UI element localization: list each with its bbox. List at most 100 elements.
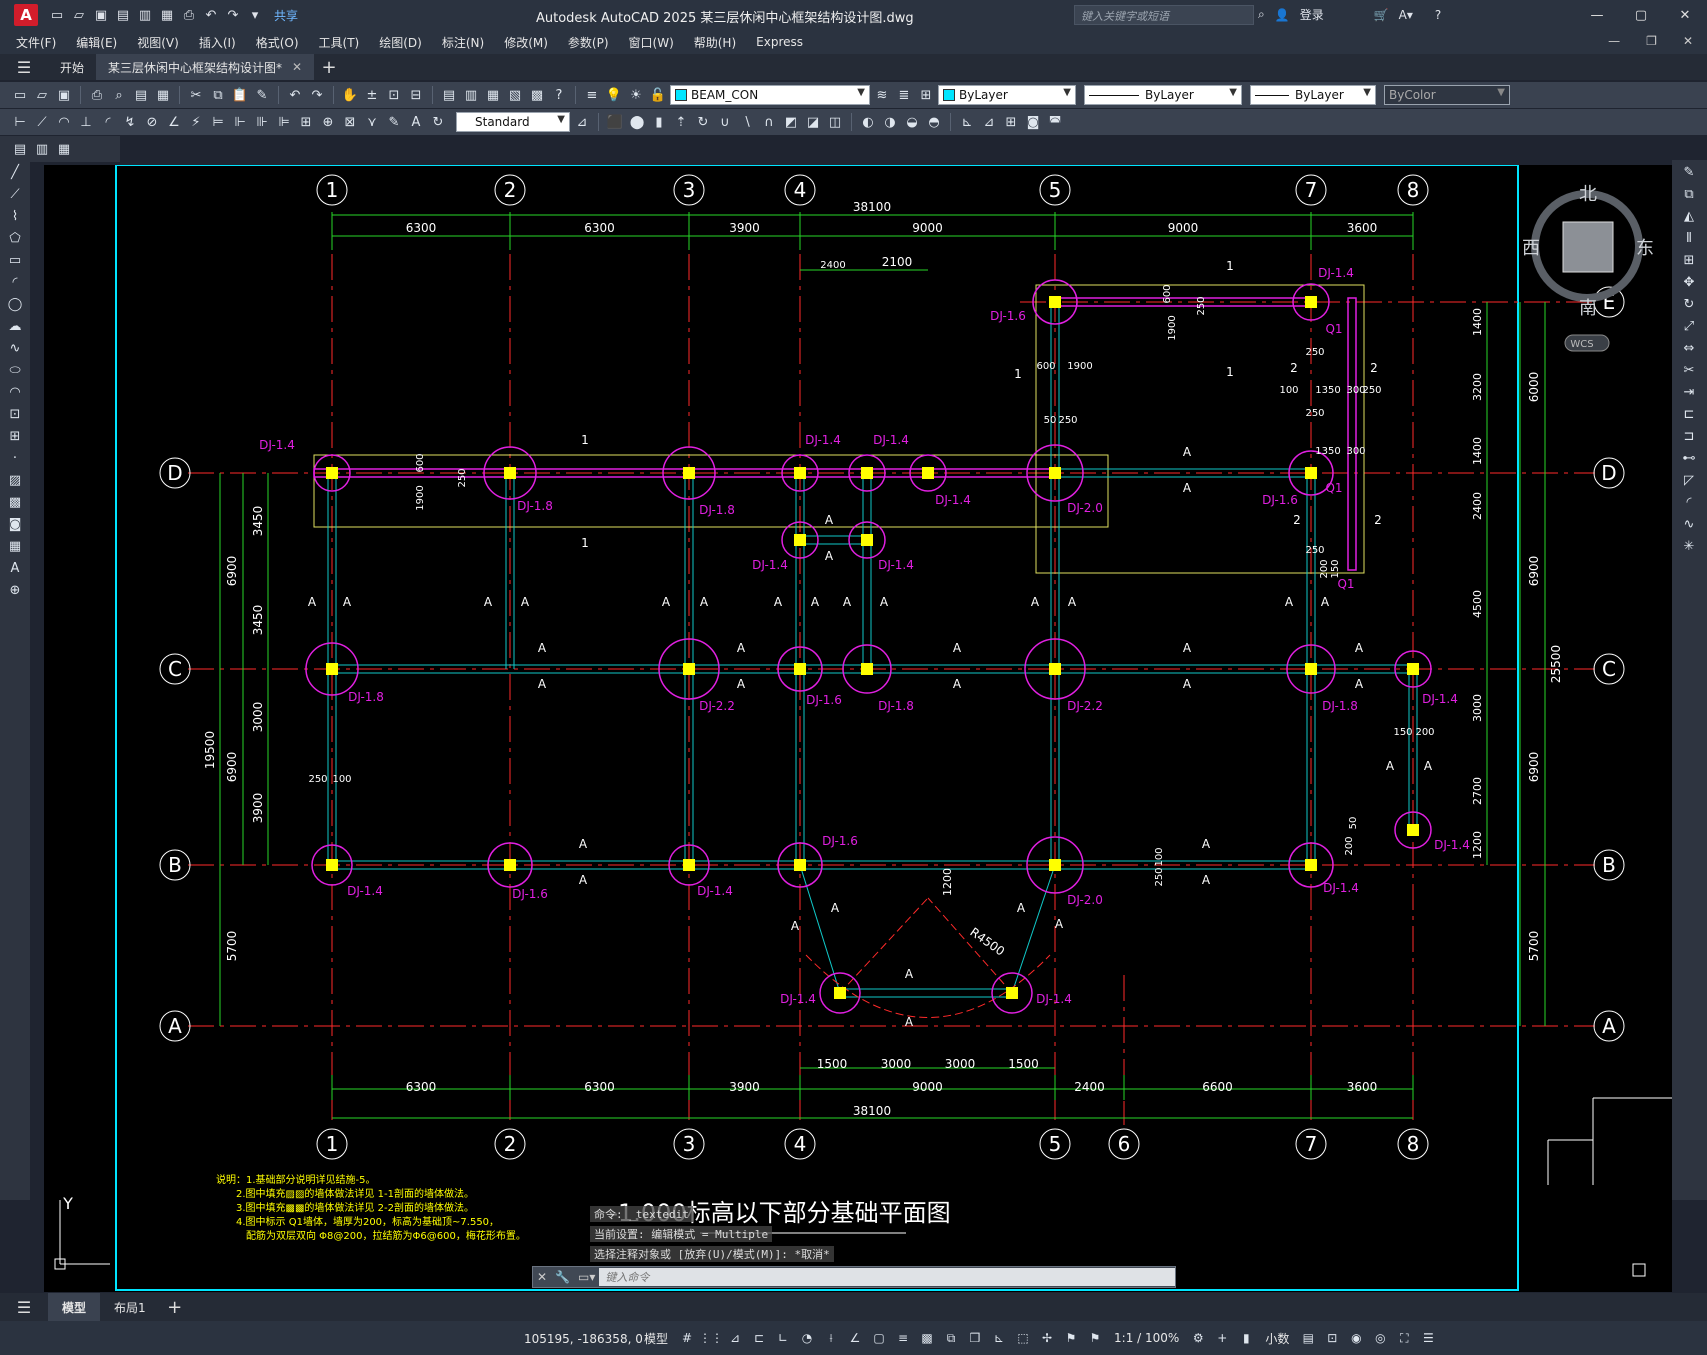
doc-restore-icon[interactable]: ❐ xyxy=(1646,34,1657,48)
autocad-logo-icon[interactable]: A xyxy=(14,4,38,26)
gizmo-icon[interactable]: ✢ xyxy=(1038,1329,1056,1347)
redo-tb-icon[interactable]: ↷ xyxy=(307,85,327,105)
extrude-icon[interactable]: ⇡ xyxy=(671,112,691,132)
ellipse-arc-icon[interactable]: ◠ xyxy=(5,382,25,402)
dim-arc-icon[interactable]: ◠ xyxy=(54,112,74,132)
arc-icon[interactable]: ◜ xyxy=(5,272,25,292)
layer-iso-icon[interactable]: ⊞ xyxy=(916,85,936,105)
rotate-icon[interactable]: ↻ xyxy=(1679,294,1699,314)
union-icon[interactable]: ∪ xyxy=(715,112,735,132)
jogged-linear-icon[interactable]: ⋎ xyxy=(362,112,382,132)
snap-icon[interactable]: ⋮⋮ xyxy=(699,1329,723,1347)
search-input[interactable]: 键入关键字或短语 xyxy=(1074,5,1254,25)
new-tab-icon[interactable]: + xyxy=(314,54,344,80)
menu-parametric[interactable]: 参数(P) xyxy=(568,34,609,51)
layer-previous-icon[interactable]: ≣ xyxy=(894,85,914,105)
extend-icon[interactable]: ⇥ xyxy=(1679,382,1699,402)
menu-express[interactable]: Express xyxy=(756,35,803,49)
fillet-icon[interactable]: ◜ xyxy=(1679,492,1699,512)
sheet-set-icon[interactable]: ▧ xyxy=(505,85,525,105)
attribute-icon[interactable]: ▥ xyxy=(32,139,52,159)
coordinate-readout[interactable]: 105195, -186358, 0 xyxy=(524,1332,643,1346)
rectangle-icon[interactable]: ▭ xyxy=(5,250,25,270)
command-customize-icon[interactable]: 🔧 xyxy=(555,1270,570,1284)
copy-icon[interactable]: ⧉ xyxy=(208,85,228,105)
maximize-icon[interactable]: ▢ xyxy=(1619,0,1663,30)
lock-ui-icon[interactable]: ⊡ xyxy=(1323,1329,1341,1347)
customization-icon[interactable]: ☰ xyxy=(1419,1329,1437,1347)
table-icon[interactable]: ▦ xyxy=(5,536,25,556)
menu-hamburger-icon[interactable]: ☰ xyxy=(0,54,48,80)
plot-preview-icon[interactable]: ⌕ xyxy=(109,85,129,105)
trim-icon[interactable]: ✂ xyxy=(1679,360,1699,380)
ellipse-icon[interactable]: ⬭ xyxy=(5,360,25,380)
center-mark-icon[interactable]: ⊕ xyxy=(318,112,338,132)
tab-start[interactable]: 开始 xyxy=(48,54,96,80)
search-icon[interactable]: ⌕ xyxy=(1258,7,1265,22)
3d-osnap-icon[interactable]: ❒ xyxy=(966,1329,984,1347)
menu-file[interactable]: 文件(F) xyxy=(16,34,56,51)
cut-icon[interactable]: ✂ xyxy=(186,85,206,105)
match-prop-icon[interactable]: ✎ xyxy=(252,85,272,105)
layer-on-icon[interactable]: 💡 xyxy=(604,85,624,105)
construction-line-icon[interactable]: ⟋ xyxy=(5,184,25,204)
selection-cycling-icon[interactable]: ⧉ xyxy=(942,1329,960,1347)
dim-baseline-icon[interactable]: ⊨ xyxy=(208,112,228,132)
cylinder-icon[interactable]: ▮ xyxy=(649,112,669,132)
plot-icon[interactable]: ⎙ xyxy=(87,85,107,105)
tab-active-document[interactable]: 某三层休闲中心框架结构设计图* ✕ xyxy=(96,54,315,80)
text-style-dropdown[interactable]: Standard ▼ xyxy=(456,112,570,132)
close-icon[interactable]: ✕ xyxy=(1663,0,1707,30)
layout-menu-icon[interactable]: ☰ xyxy=(0,1298,48,1317)
menu-modify[interactable]: 修改(M) xyxy=(504,34,548,51)
model-space-button[interactable]: 模型 xyxy=(644,1330,668,1347)
dim-continue-icon[interactable]: ⊩ xyxy=(230,112,250,132)
erase-icon[interactable]: ✎ xyxy=(1679,162,1699,182)
make-block-icon[interactable]: ⊞ xyxy=(5,426,25,446)
copy-object-icon[interactable]: ⧉ xyxy=(1679,184,1699,204)
materials-icon[interactable]: ◒ xyxy=(902,112,922,132)
section-icon[interactable]: ◪ xyxy=(803,112,823,132)
move-icon[interactable]: ✥ xyxy=(1679,272,1699,292)
ucs-world-icon[interactable]: ⊿ xyxy=(979,112,999,132)
inspect-icon[interactable]: ⊠ xyxy=(340,112,360,132)
layer-dropdown[interactable]: BEAM_CON ▼ xyxy=(670,85,870,105)
slice-icon[interactable]: ◩ xyxy=(781,112,801,132)
point-icon[interactable]: · xyxy=(5,448,25,468)
doc-close-icon[interactable]: ✕ xyxy=(1683,34,1693,48)
menu-window[interactable]: 窗口(W) xyxy=(629,34,674,51)
pan-icon[interactable]: ✋ xyxy=(340,85,360,105)
circle-icon[interactable]: ◯ xyxy=(5,294,25,314)
make-current-layer-icon[interactable]: ≋ xyxy=(872,85,892,105)
menu-edit[interactable]: 编辑(E) xyxy=(76,34,117,51)
isolate-objects-icon[interactable]: ◉ xyxy=(1347,1329,1365,1347)
zoom-previous-icon[interactable]: ⊟ xyxy=(406,85,426,105)
undo-tb-icon[interactable]: ↶ xyxy=(285,85,305,105)
hardware-accel-icon[interactable]: ◎ xyxy=(1371,1329,1389,1347)
tool-palettes-icon[interactable]: ▦ xyxy=(483,85,503,105)
scale-icon[interactable]: ⤢ xyxy=(1679,316,1699,336)
lights-icon[interactable]: ◓ xyxy=(924,112,944,132)
dim-style-icon[interactable]: ⊿ xyxy=(572,112,592,132)
foundation-plan-drawing[interactable]: 1 2 3 4 5 7 81 2 3 4 5 6 7 8DCBAEDCBA381006300 6300 390… xyxy=(44,165,1672,1292)
viewports-icon[interactable]: ⊞ xyxy=(1001,112,1021,132)
annotation-scale-button[interactable]: 1:1 / 100% xyxy=(1114,1331,1179,1345)
dim-edit-icon[interactable]: ✎ xyxy=(384,112,404,132)
region-icon[interactable]: ◙ xyxy=(5,514,25,534)
save-icon[interactable]: ▣ xyxy=(92,6,110,24)
design-center-icon[interactable]: ▥ xyxy=(461,85,481,105)
shade-icon[interactable]: ◐ xyxy=(858,112,878,132)
explode-icon[interactable]: ✳ xyxy=(1679,536,1699,556)
layer-freeze-icon[interactable]: ☀ xyxy=(626,85,646,105)
zoom-window-icon[interactable]: ⊡ xyxy=(384,85,404,105)
save-web-icon[interactable]: ▥ xyxy=(136,6,154,24)
insert-block-icon[interactable]: ⊡ xyxy=(5,404,25,424)
add-selected-icon[interactable]: ⊕ xyxy=(5,580,25,600)
tolerance-icon[interactable]: ⊞ xyxy=(296,112,316,132)
calculator-icon[interactable]: ▩ xyxy=(527,85,547,105)
paste-icon[interactable]: 📋 xyxy=(230,85,250,105)
menu-tools[interactable]: 工具(T) xyxy=(319,34,360,51)
break-point-icon[interactable]: ⊏ xyxy=(1679,404,1699,424)
help-tb-icon[interactable]: ? xyxy=(549,85,569,105)
polar-icon[interactable]: ◔ xyxy=(798,1329,816,1347)
